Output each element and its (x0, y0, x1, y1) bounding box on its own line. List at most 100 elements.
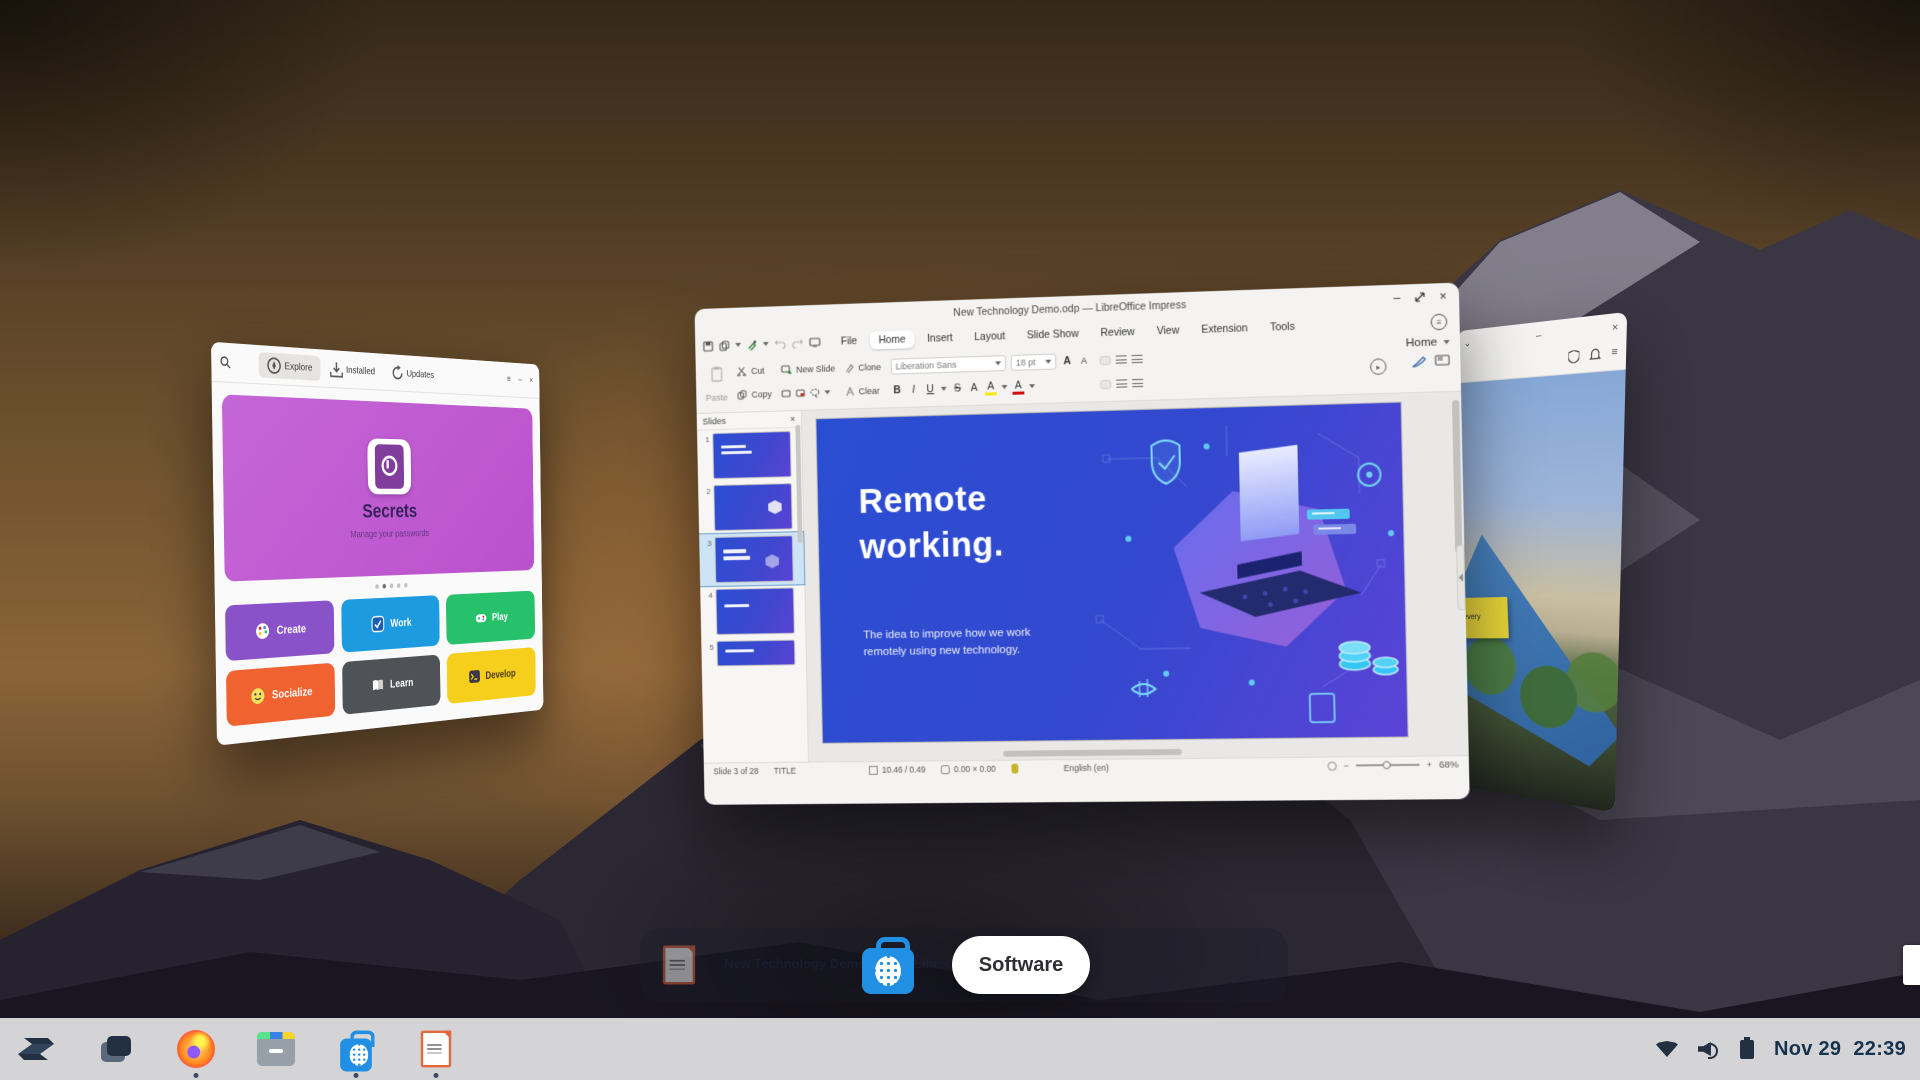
impress-window[interactable]: New Technology Demo.odp — LibreOffice Im… (695, 283, 1470, 805)
lasso-shape-icon[interactable] (810, 388, 820, 398)
files-launcher[interactable] (254, 1027, 298, 1071)
impress-ghost-icon[interactable] (660, 942, 698, 988)
save-icon[interactable] (703, 340, 714, 351)
close-button[interactable]: × (1439, 289, 1447, 304)
tab-layout[interactable]: Layout (965, 327, 1014, 347)
slide-body-text[interactable]: The idea to improve how we work remotely… (863, 624, 1064, 660)
zoom-slider-knob[interactable] (1383, 761, 1391, 769)
paste-icon[interactable] (709, 366, 723, 382)
carousel-dot[interactable] (404, 583, 408, 588)
software-switcher-icon[interactable] (862, 936, 914, 994)
carousel-dot[interactable] (389, 584, 393, 589)
clear-formatting-button[interactable]: Clear (845, 386, 882, 397)
align-top-button[interactable] (1100, 355, 1111, 364)
volume-icon[interactable] (1698, 1040, 1720, 1058)
slide-thumbnail-5[interactable]: 5 (701, 636, 806, 669)
minimize-button[interactable]: – (518, 376, 522, 385)
align-right-button[interactable] (1132, 378, 1143, 387)
minimize-button[interactable]: – (1393, 291, 1400, 305)
tab-installed[interactable]: Installed (322, 356, 383, 384)
category-work[interactable]: Work (341, 595, 440, 652)
align-left-button[interactable] (1100, 379, 1111, 388)
align-center-button[interactable] (1116, 379, 1127, 388)
zorin-menu-button[interactable] (14, 1027, 58, 1071)
slide-thumbnail-1[interactable]: 1 (697, 428, 802, 483)
tab-insert[interactable]: Insert (918, 329, 962, 348)
deck-selector[interactable]: Home (1406, 336, 1450, 350)
font-color-button[interactable]: A (1012, 379, 1024, 394)
zoom-out-button[interactable]: − (1344, 760, 1349, 770)
close-icon[interactable]: × (1612, 323, 1618, 335)
carousel-dot[interactable] (397, 583, 401, 588)
menu-icon[interactable]: ≡ (1611, 347, 1617, 359)
copy-icon[interactable] (719, 340, 730, 351)
presentation-icon[interactable] (809, 337, 821, 347)
carousel-dot-active[interactable] (382, 584, 386, 589)
shield-icon[interactable] (1568, 349, 1579, 363)
slide-title[interactable]: Remote working. (858, 476, 1004, 570)
tab-extension[interactable]: Extension (1192, 319, 1257, 339)
new-slide-button[interactable]: New Slide (781, 364, 836, 376)
chevron-down-icon[interactable]: ⌄ (1464, 339, 1472, 350)
firefox-window[interactable]: ⌄ – × ≡ in every (1447, 312, 1627, 813)
dropdown-caret-icon[interactable] (735, 343, 741, 347)
tab-view[interactable]: View (1148, 321, 1189, 340)
dropdown-caret-icon[interactable] (1002, 385, 1008, 389)
redo-icon[interactable] (792, 337, 804, 348)
close-button[interactable]: × (529, 376, 533, 385)
align-bottom-button[interactable] (1132, 354, 1143, 363)
zoom-slider[interactable] (1356, 764, 1420, 767)
center-vertical-button[interactable] (1116, 355, 1127, 364)
zoom-level[interactable]: 68% (1439, 759, 1459, 770)
font-name-combo[interactable]: Liberation Sans (891, 355, 1007, 374)
tab-file[interactable]: File (832, 332, 866, 351)
category-play[interactable]: Play (446, 591, 535, 645)
clone-formatting-button[interactable]: Clone (845, 362, 882, 373)
category-develop[interactable]: Develop (447, 647, 536, 704)
grow-font-button[interactable]: A (1061, 355, 1073, 367)
slide-thumbnail-2[interactable]: 2 (698, 480, 803, 535)
firefox-launcher[interactable] (174, 1027, 218, 1071)
italic-button[interactable]: I (908, 384, 920, 396)
shrink-font-button[interactable]: A (1078, 356, 1090, 366)
tab-updates[interactable]: Updates (384, 360, 441, 387)
sidebar-toggle-handle[interactable] (1456, 545, 1466, 610)
maximize-button[interactable] (1415, 292, 1425, 303)
font-size-combo[interactable]: 18 pt (1011, 354, 1057, 371)
carousel-dot[interactable] (375, 584, 379, 589)
toolbar-overflow-button[interactable]: ▸ (1370, 358, 1387, 375)
highlight-color-button[interactable]: A (985, 380, 997, 395)
zoom-in-button[interactable]: + (1427, 760, 1432, 770)
horizontal-scrollbar[interactable] (1003, 749, 1182, 757)
copy-button[interactable]: Copy (737, 389, 772, 400)
strikethrough-button[interactable]: S (952, 383, 964, 395)
dropdown-caret-icon[interactable] (1029, 384, 1035, 388)
category-create[interactable]: Create (225, 600, 334, 661)
fit-slide-icon[interactable] (1327, 761, 1336, 770)
battery-icon[interactable] (1740, 1040, 1754, 1059)
formatting-marks-button[interactable]: A (968, 382, 980, 394)
dropdown-caret-icon[interactable] (763, 342, 769, 346)
clock[interactable]: Nov 29 22:39 (1774, 1038, 1906, 1061)
bell-icon[interactable] (1590, 347, 1602, 361)
software-window[interactable]: Explore Installed Updates ≡ – × (211, 342, 543, 746)
multitasking-view-button[interactable] (94, 1027, 138, 1071)
tab-slide-show[interactable]: Slide Show (1018, 325, 1088, 345)
slide-editor[interactable]: Remote working. The idea to improve how … (815, 402, 1408, 744)
tab-review[interactable]: Review (1091, 323, 1144, 343)
dropdown-caret-icon[interactable] (941, 387, 947, 391)
rectangle-shape-icon[interactable] (781, 389, 791, 399)
undo-icon[interactable] (774, 338, 786, 349)
tab-tools[interactable]: Tools (1261, 317, 1304, 337)
vertical-scrollbar[interactable] (1452, 400, 1462, 553)
search-icon[interactable] (220, 355, 231, 369)
close-icon[interactable]: × (790, 414, 795, 424)
category-learn[interactable]: Learn (342, 654, 440, 714)
tab-home[interactable]: Home (870, 330, 915, 349)
draw-pencil-icon[interactable] (1412, 355, 1427, 368)
slide-thumbnail-4[interactable]: 4 (700, 584, 805, 638)
tab-explore[interactable]: Explore (259, 351, 321, 380)
dropdown-caret-icon[interactable] (825, 390, 831, 394)
software-launcher[interactable] (334, 1027, 378, 1071)
underline-button[interactable]: U (924, 383, 936, 395)
